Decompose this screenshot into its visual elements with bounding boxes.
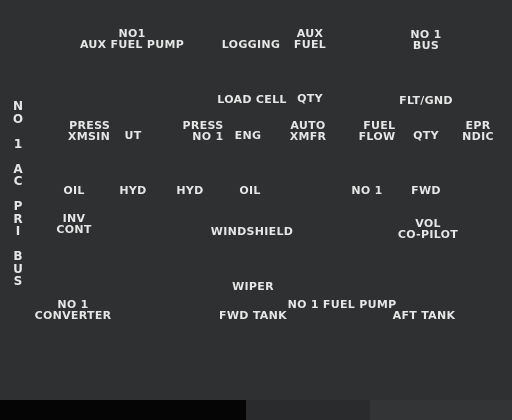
breaker-aux-fuel[interactable]: AUX FUEL	[294, 28, 326, 50]
breaker-aft-tank[interactable]: AFT TANK	[393, 310, 456, 321]
breaker-epr-ndic[interactable]: EPR NDIC	[462, 120, 494, 142]
breaker-no1-fuel-pump[interactable]: NO 1 FUEL PUMP	[288, 299, 397, 310]
breaker-fwd-tank[interactable]: FWD TANK	[219, 310, 287, 321]
breaker-flt-gnd[interactable]: FLT/GND	[399, 95, 453, 106]
breaker-press-no1[interactable]: PRESS NO 1	[183, 120, 224, 142]
breaker-auto-xmfr[interactable]: AUTO XMFR	[290, 120, 327, 142]
breaker-load-cell[interactable]: LOAD CELL	[217, 94, 286, 105]
breaker-inv-cont[interactable]: INV CONT	[56, 213, 91, 235]
breaker-fuel-flow[interactable]: FUEL FLOW	[359, 120, 396, 142]
breaker-fuel-qty[interactable]: QTY	[413, 130, 439, 141]
breaker-oil-2[interactable]: OIL	[239, 185, 260, 196]
bottom-bar-right	[370, 400, 512, 420]
breaker-no1-bus[interactable]: NO 1 BUS	[410, 29, 441, 51]
breaker-hyd-2[interactable]: HYD	[176, 185, 203, 196]
breaker-no1[interactable]: NO 1	[351, 185, 382, 196]
breaker-fwd[interactable]: FWD	[411, 185, 441, 196]
breaker-vol-copilot[interactable]: VOL CO-PILOT	[398, 218, 458, 240]
breaker-eng[interactable]: ENG	[235, 130, 262, 141]
bottom-bar-left	[0, 400, 246, 420]
breaker-windshield[interactable]: WINDSHIELD	[211, 226, 293, 237]
breaker-wiper[interactable]: WIPER	[232, 281, 274, 292]
breaker-ut[interactable]: UT	[124, 130, 141, 141]
bus-title: N O 1 A C P R I B U S	[12, 99, 24, 288]
breaker-press-xmsin[interactable]: PRESS XMSIN	[68, 120, 110, 142]
breaker-qty[interactable]: QTY	[297, 93, 323, 104]
breaker-hyd-1[interactable]: HYD	[119, 185, 146, 196]
breaker-oil-1[interactable]: OIL	[63, 185, 84, 196]
breaker-no1-aux-fuel-pump[interactable]: NO1 AUX FUEL PUMP	[80, 28, 184, 50]
breaker-no1-converter[interactable]: NO 1 CONVERTER	[35, 299, 112, 321]
bottom-bar-middle	[246, 400, 370, 420]
breaker-logging[interactable]: LOGGING	[222, 39, 280, 50]
circuit-breaker-panel: N O 1 A C P R I B U S NO1 AUX FUEL PUMP …	[0, 0, 512, 420]
